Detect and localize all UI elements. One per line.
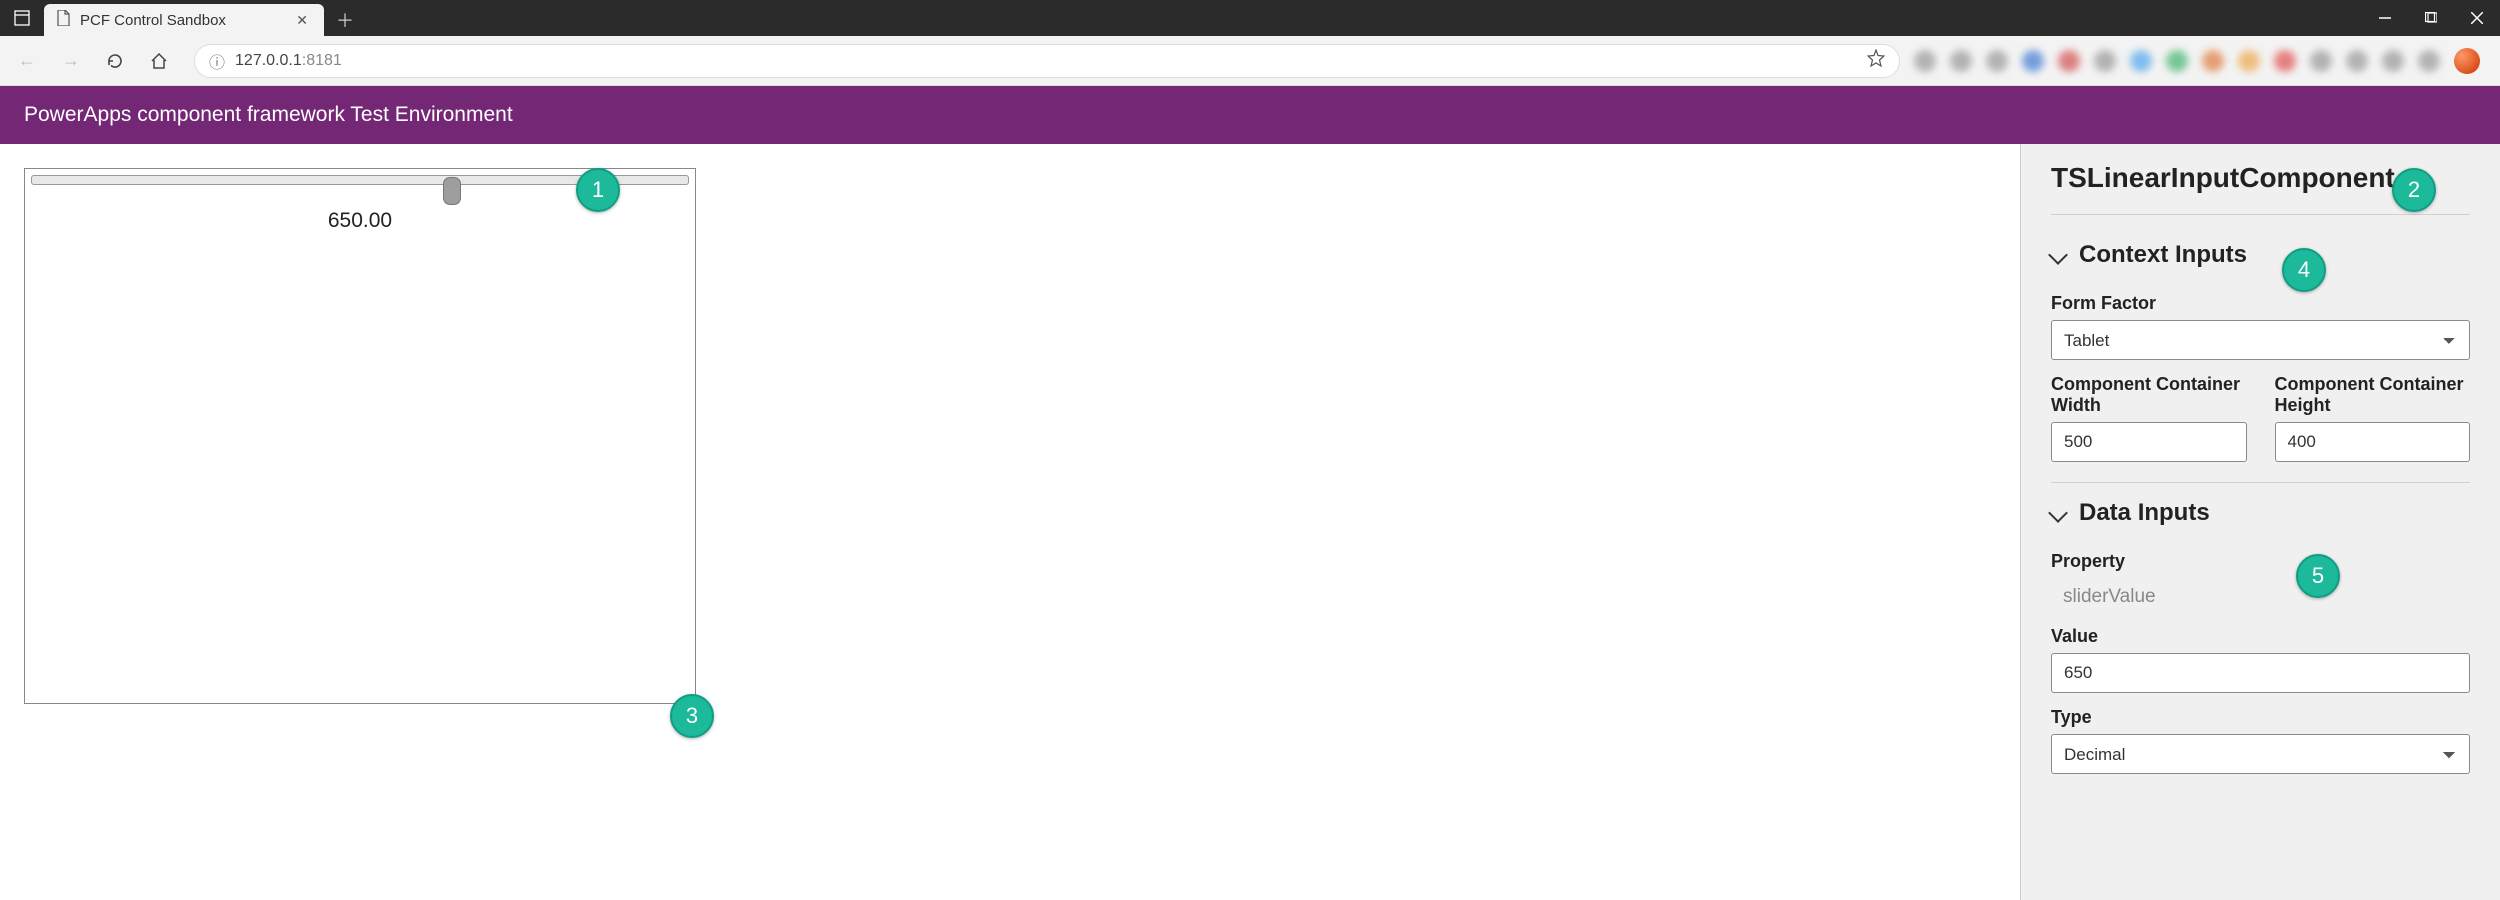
- component-container: 650.00: [24, 168, 696, 704]
- extension-icon[interactable]: [2202, 50, 2224, 72]
- extension-icon[interactable]: [2382, 50, 2404, 72]
- chevron-down-icon: [2048, 245, 2068, 265]
- extension-icon[interactable]: [1950, 50, 1972, 72]
- browser-tab-bar: PCF Control Sandbox ✕ ＋: [0, 0, 2500, 36]
- callout-badge-3: 3: [670, 694, 714, 738]
- property-name: sliderValue: [2051, 578, 2470, 612]
- tab-title: PCF Control Sandbox: [80, 12, 226, 29]
- callout-badge-4: 4: [2282, 248, 2326, 292]
- section-context-inputs[interactable]: Context Inputs: [2051, 225, 2470, 279]
- section-title: Context Inputs: [2079, 241, 2247, 269]
- extension-tray: [1914, 48, 2488, 74]
- tab-close-button[interactable]: ✕: [292, 10, 312, 31]
- extension-icon[interactable]: [2058, 50, 2080, 72]
- page-icon: [56, 10, 70, 30]
- extension-icon[interactable]: [2022, 50, 2044, 72]
- extension-icon[interactable]: [2238, 50, 2260, 72]
- extension-icon[interactable]: [2418, 50, 2440, 72]
- component-canvas: 650.00: [0, 144, 2020, 900]
- container-height-input[interactable]: [2275, 422, 2471, 462]
- new-tab-button[interactable]: ＋: [324, 4, 366, 36]
- nav-back-button[interactable]: ←: [12, 46, 42, 76]
- nav-home-button[interactable]: [144, 46, 174, 76]
- value-input[interactable]: [2051, 653, 2470, 693]
- form-factor-select[interactable]: Tablet: [2051, 320, 2470, 360]
- type-label: Type: [2051, 707, 2470, 728]
- nav-forward-button[interactable]: →: [56, 46, 86, 76]
- nav-refresh-button[interactable]: [100, 46, 130, 76]
- window-maximize-button[interactable]: [2408, 0, 2454, 36]
- browser-toolbar: ← → ⓘ 127.0.0.1:8181: [0, 36, 2500, 86]
- extension-icon[interactable]: [2346, 50, 2368, 72]
- chevron-down-icon: [2048, 503, 2068, 523]
- window-minimize-button[interactable]: [2362, 0, 2408, 36]
- slider-thumb[interactable]: [443, 177, 461, 205]
- window-close-button[interactable]: [2454, 0, 2500, 36]
- section-data-inputs[interactable]: Data Inputs: [2051, 483, 2470, 537]
- extension-icon[interactable]: [2094, 50, 2116, 72]
- extension-icon[interactable]: [1986, 50, 2008, 72]
- browser-tab[interactable]: PCF Control Sandbox ✕: [44, 4, 324, 36]
- callout-badge-5: 5: [2296, 554, 2340, 598]
- favorite-icon[interactable]: [1867, 49, 1885, 72]
- extension-icon[interactable]: [2130, 50, 2152, 72]
- environment-header: PowerApps component framework Test Envir…: [0, 86, 2500, 144]
- container-height-label: Component Container Height: [2275, 374, 2471, 416]
- environment-title: PowerApps component framework Test Envir…: [24, 103, 513, 127]
- callout-badge-2: 2: [2392, 168, 2436, 212]
- callout-badge-1: 1: [576, 168, 620, 212]
- extension-icon[interactable]: [2274, 50, 2296, 72]
- extension-icon[interactable]: [1914, 50, 1936, 72]
- browser-menu-icon[interactable]: [0, 0, 44, 36]
- container-width-label: Component Container Width: [2051, 374, 2247, 416]
- extension-icon[interactable]: [2310, 50, 2332, 72]
- address-bar[interactable]: ⓘ 127.0.0.1:8181: [194, 44, 1900, 78]
- form-factor-label: Form Factor: [2051, 293, 2470, 314]
- site-info-icon[interactable]: ⓘ: [209, 49, 225, 73]
- url-text: 127.0.0.1:8181: [235, 52, 342, 70]
- value-label: Value: [2051, 626, 2470, 647]
- property-label: Property: [2051, 551, 2470, 572]
- container-width-input[interactable]: [2051, 422, 2247, 462]
- extension-icon[interactable]: [2166, 50, 2188, 72]
- profile-avatar[interactable]: [2454, 48, 2480, 74]
- type-select[interactable]: Decimal: [2051, 734, 2470, 774]
- properties-panel: TSLinearInputComponent Context Inputs Fo…: [2020, 144, 2500, 900]
- section-title: Data Inputs: [2079, 499, 2210, 527]
